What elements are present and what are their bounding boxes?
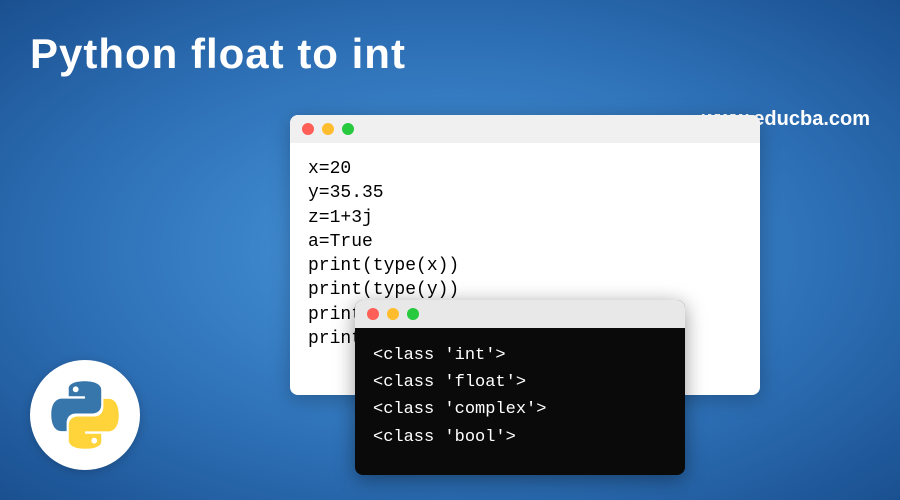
terminal-line: <class 'complex'> [373,396,667,423]
code-line: z=1+3j [308,206,742,230]
code-line: y=35.35 [308,181,742,205]
minimize-icon [322,123,334,135]
terminal-line: <class 'bool'> [373,424,667,451]
terminal-line: <class 'int'> [373,342,667,369]
terminal-line: <class 'float'> [373,369,667,396]
page-title: Python float to int [30,30,406,78]
terminal-titlebar [355,300,685,328]
maximize-icon [342,123,354,135]
python-logo-badge [30,360,140,470]
code-line: print(type(x)) [308,254,742,278]
terminal-body: <class 'int'> <class 'float'> <class 'co… [355,328,685,465]
code-line: a=True [308,230,742,254]
close-icon [367,308,379,320]
code-titlebar [290,115,760,143]
maximize-icon [407,308,419,320]
terminal-window: <class 'int'> <class 'float'> <class 'co… [355,300,685,475]
code-line: x=20 [308,157,742,181]
minimize-icon [387,308,399,320]
python-logo-icon [50,380,120,450]
close-icon [302,123,314,135]
